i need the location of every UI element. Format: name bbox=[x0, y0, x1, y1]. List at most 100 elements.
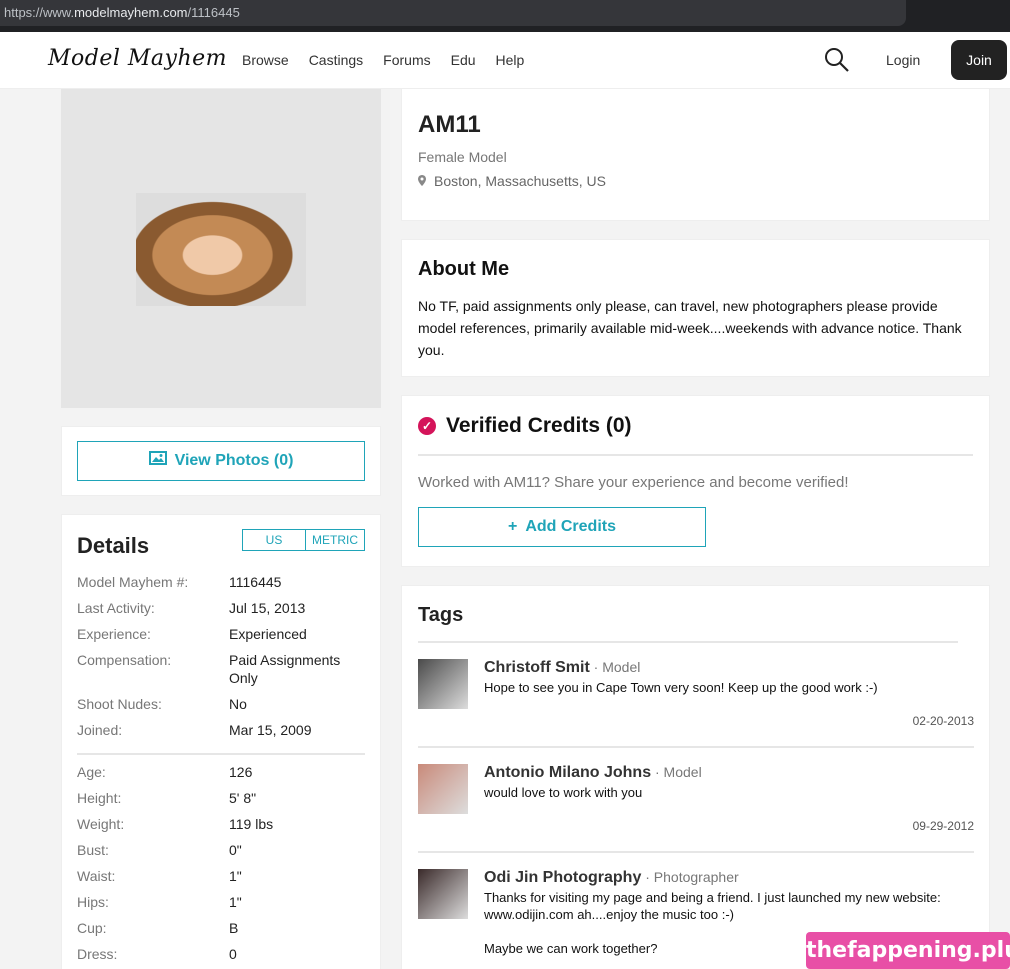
view-photos-card: View Photos (0) bbox=[61, 426, 381, 496]
detail-row: Compensation: Paid Assignments Only bbox=[77, 651, 365, 687]
image-icon bbox=[148, 451, 167, 465]
site-logo[interactable]: Model Mayhem bbox=[48, 46, 227, 71]
profile-name: AM11 bbox=[418, 111, 481, 138]
verified-check-icon: ✓ bbox=[418, 417, 436, 435]
nav-help[interactable]: Help bbox=[496, 52, 525, 68]
detail-row: Joined: Mar 15, 2009 bbox=[77, 721, 365, 739]
detail-row: Last Activity: Jul 15, 2013 bbox=[77, 599, 365, 617]
detail-row: Bust: 0" bbox=[77, 841, 365, 859]
right-column: AM11 Female Model Boston, Massachusetts,… bbox=[401, 89, 990, 969]
tag-author-role: · Model bbox=[589, 659, 641, 675]
main-nav-links: Browse Castings Forums Edu Help bbox=[242, 52, 524, 68]
avatar[interactable] bbox=[418, 764, 468, 814]
detail-label: Dress: bbox=[77, 946, 118, 962]
tag-item: Christoff Smit · Model Hope to see you in… bbox=[418, 643, 974, 748]
detail-value: 0 bbox=[229, 946, 237, 962]
tag-author-role: · Photographer bbox=[641, 869, 739, 885]
plus-icon: + bbox=[507, 518, 518, 535]
tag-item: Antonio Milano Johns · Model would love t… bbox=[418, 748, 974, 853]
detail-value: Jul 15, 2013 bbox=[229, 600, 306, 616]
unit-metric-button[interactable]: METRIC bbox=[306, 530, 364, 550]
credits-text: Worked with AM11? Share your experience … bbox=[418, 474, 849, 491]
detail-row: Dress: 0 bbox=[77, 945, 365, 963]
add-credits-button[interactable]: + Add Credits bbox=[418, 507, 706, 547]
tag-body: Antonio Milano Johns · Model would love t… bbox=[484, 764, 974, 801]
url-path: /1116445 bbox=[187, 5, 240, 20]
profile-photo[interactable] bbox=[136, 193, 306, 306]
browser-bar: https://www.modelmayhem.com/1116445 bbox=[0, 0, 1010, 32]
details-group-measurements: Age: 126 Height: 5' 8" Weight: 119 lbs Bust: 0"… bbox=[77, 763, 365, 963]
watermark: thefappening.plus bbox=[806, 932, 1010, 969]
details-group-profile: Model Mayhem #: 1116445 Last Activity: Jul … bbox=[77, 573, 365, 739]
detail-label: Hips: bbox=[77, 894, 109, 910]
tag-role-text: Model bbox=[602, 659, 641, 675]
detail-value: 1" bbox=[229, 894, 242, 910]
detail-value: 119 lbs bbox=[229, 816, 274, 832]
detail-label: Last Activity: bbox=[77, 600, 155, 616]
detail-value: Mar 15, 2009 bbox=[229, 722, 312, 738]
tags-card: Tags Christoff Smit · Model Hope to see y… bbox=[401, 585, 990, 969]
about-card: About Me No TF, paid assignments only pl… bbox=[401, 239, 990, 377]
profile-photo-area bbox=[61, 89, 381, 408]
tag-role-text: Model bbox=[663, 764, 702, 780]
url-prefix: https://www. bbox=[4, 5, 75, 20]
details-divider bbox=[77, 753, 365, 755]
credits-card: ✓ Verified Credits (0) Worked with AM11?… bbox=[401, 395, 990, 567]
profile-header-card: AM11 Female Model Boston, Massachusetts,… bbox=[401, 89, 990, 221]
detail-label: Model Mayhem #: bbox=[77, 574, 189, 590]
join-button[interactable]: Join bbox=[951, 40, 1007, 80]
about-title: About Me bbox=[418, 258, 510, 280]
profile-role: Female Model bbox=[418, 149, 507, 165]
detail-label: Joined: bbox=[77, 722, 123, 738]
detail-label: Weight: bbox=[77, 816, 125, 832]
detail-row: Waist: 1" bbox=[77, 867, 365, 885]
unit-toggle: US METRIC bbox=[242, 529, 365, 551]
detail-label: Experience: bbox=[77, 626, 151, 642]
details-card: Details US METRIC Model Mayhem #: 1116445… bbox=[61, 514, 381, 969]
credits-header: ✓ Verified Credits (0) bbox=[418, 414, 973, 456]
tag-author-name[interactable]: Odi Jin Photography bbox=[484, 869, 641, 886]
nav-edu[interactable]: Edu bbox=[451, 52, 476, 68]
detail-value: 0" bbox=[229, 842, 242, 858]
detail-row: Hips: 1" bbox=[77, 893, 365, 911]
tag-date: 09-29-2012 bbox=[912, 819, 974, 833]
detail-row: Age: 126 bbox=[77, 763, 365, 781]
unit-us-button[interactable]: US bbox=[243, 530, 306, 550]
detail-label: Height: bbox=[77, 790, 122, 806]
nav-browse[interactable]: Browse bbox=[242, 52, 289, 68]
detail-value: Experienced bbox=[229, 626, 307, 642]
tag-author-name[interactable]: Antonio Milano Johns bbox=[484, 764, 651, 781]
credits-title: Verified Credits (0) bbox=[446, 414, 632, 437]
nav-forums[interactable]: Forums bbox=[383, 52, 430, 68]
tag-message: would love to work with you bbox=[484, 785, 643, 800]
url-domain: modelmayhem.com bbox=[74, 5, 188, 20]
details-header: Details US METRIC bbox=[77, 529, 365, 565]
detail-label: Compensation: bbox=[77, 652, 172, 668]
tag-author-name[interactable]: Christoff Smit bbox=[484, 659, 590, 676]
nav-castings[interactable]: Castings bbox=[309, 52, 363, 68]
view-photos-button[interactable]: View Photos (0) bbox=[77, 441, 365, 481]
detail-label: Cup: bbox=[77, 920, 107, 936]
location-text: Boston, Massachusetts, US bbox=[434, 173, 606, 189]
detail-row: Cup: B bbox=[77, 919, 365, 937]
tag-role-text: Photographer bbox=[653, 869, 739, 885]
detail-row: Experience: Experienced bbox=[77, 625, 365, 643]
detail-label: Waist: bbox=[77, 868, 116, 884]
tag-body: Christoff Smit · Model Hope to see you in… bbox=[484, 659, 974, 696]
avatar[interactable] bbox=[418, 659, 468, 709]
detail-label: Bust: bbox=[77, 842, 109, 858]
detail-row: Shoot Nudes: No bbox=[77, 695, 365, 713]
detail-value: Paid Assignments Only bbox=[229, 652, 341, 686]
tag-list: Christoff Smit · Model Hope to see you in… bbox=[418, 643, 974, 969]
profile-location: Boston, Massachusetts, US bbox=[418, 173, 973, 189]
tag-date: 02-20-2013 bbox=[912, 714, 974, 728]
left-column: View Photos (0) Details US METRIC Model … bbox=[61, 89, 381, 969]
search-icon[interactable] bbox=[824, 47, 850, 73]
add-credits-label: Add Credits bbox=[525, 518, 616, 535]
address-bar[interactable]: https://www.modelmayhem.com/1116445 bbox=[0, 0, 906, 26]
avatar[interactable] bbox=[418, 869, 468, 919]
login-link[interactable]: Login bbox=[886, 52, 920, 68]
detail-label: Age: bbox=[77, 764, 106, 780]
top-navigation: Model Mayhem Browse Castings Forums Edu … bbox=[0, 32, 1010, 89]
view-photos-label: View Photos (0) bbox=[174, 452, 294, 469]
